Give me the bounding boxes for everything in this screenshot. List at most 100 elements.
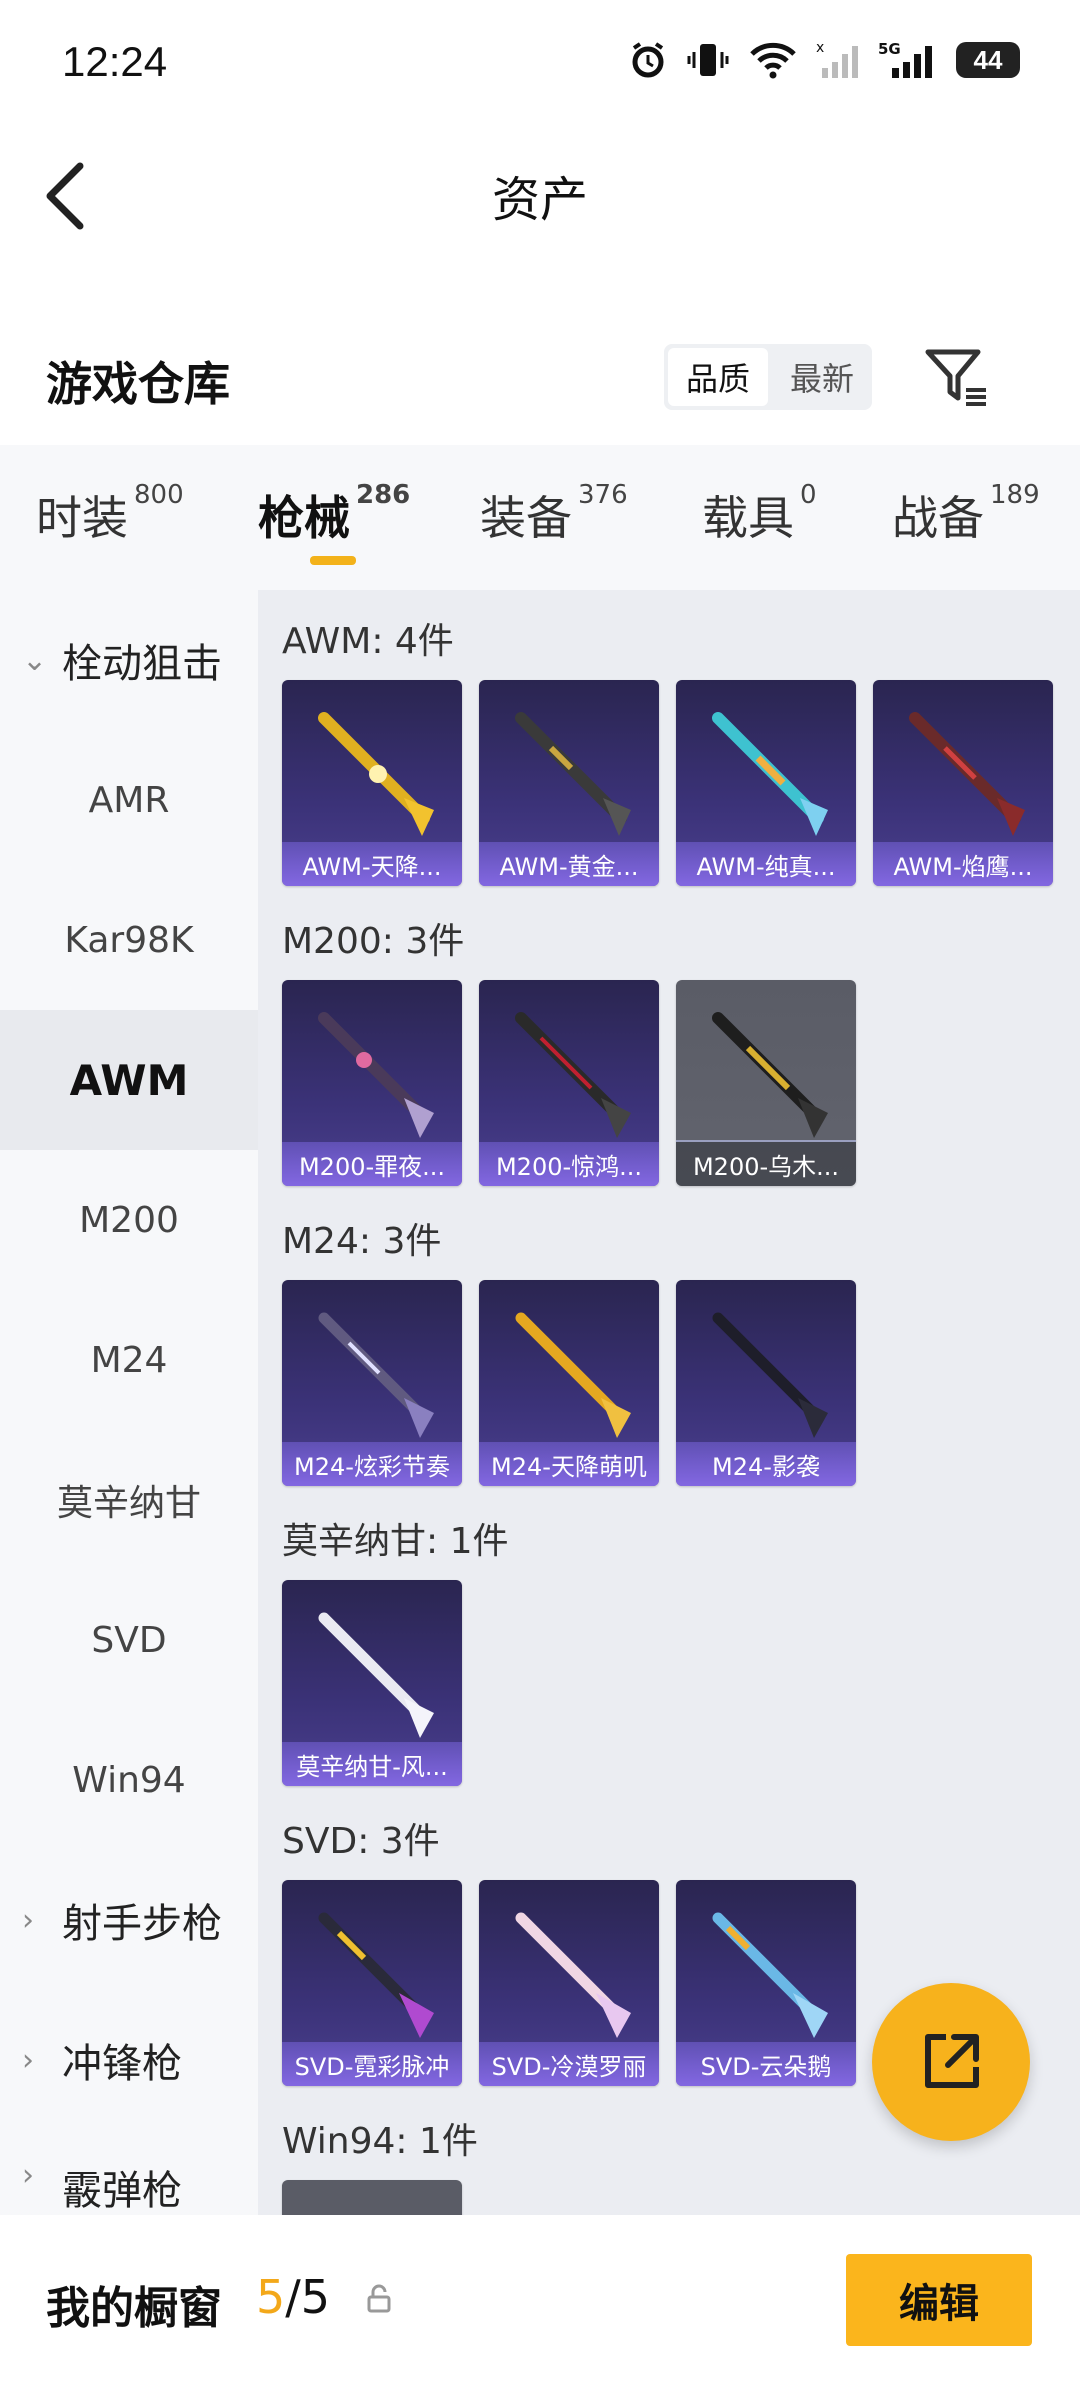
skin-name: M200-罪夜...	[282, 1142, 462, 1186]
rifle-icon	[515, 712, 631, 836]
edit-button[interactable]: 编辑	[846, 2254, 1032, 2346]
showcase-count: 5/5	[256, 2270, 330, 2324]
status-bar: 12:24 x 5G 44	[0, 0, 1080, 120]
skin-card[interactable]: AWM-黄金...	[479, 680, 659, 886]
tab-count: 0	[800, 480, 817, 510]
skin-card[interactable]: AWM-焰鹰...	[873, 680, 1053, 886]
sidebar-item-svd[interactable]: SVD	[0, 1570, 258, 1710]
vibrate-icon	[687, 44, 729, 76]
warehouse-title: 游戏仓库	[46, 357, 230, 411]
skin-card[interactable]: M24-天降萌叽	[479, 1280, 659, 1486]
sidebar-group-shotgun[interactable]: › 霰弹枪	[0, 2130, 258, 2215]
sidebar-item-m200[interactable]: M200	[0, 1150, 258, 1290]
tab-fashion[interactable]: 时装 800	[36, 482, 184, 548]
weapon-type-sidebar: ⌄ 栓动狙击 AMR Kar98K AWM M200 M24 莫辛纳甘 SVD W…	[0, 590, 258, 2215]
skin-card[interactable]: M200-惊鸿...	[479, 980, 659, 1186]
showcase-count-current: 5	[256, 2270, 286, 2324]
tab-vehicles[interactable]: 载具 0	[702, 482, 817, 548]
skin-card[interactable]: AWM-纯真...	[676, 680, 856, 886]
skin-name: M200-惊鸿...	[479, 1142, 659, 1186]
filter-button[interactable]	[924, 346, 990, 408]
rifle-icon	[515, 1312, 631, 1438]
sidebar-group-smg[interactable]: › 冲锋枪	[0, 1990, 258, 2130]
filter-icon	[925, 349, 986, 406]
section-title-mosin: 莫辛纳甘: 1件	[282, 1521, 509, 1562]
rifle-icon	[515, 1012, 631, 1138]
skin-card[interactable]	[282, 2180, 462, 2215]
rifle-icon	[712, 1312, 828, 1438]
share-icon	[925, 2034, 979, 2088]
skin-card[interactable]: M24-影袭	[676, 1280, 856, 1486]
rifle-icon	[318, 1612, 434, 1738]
skin-name: M200-乌木...	[676, 1140, 856, 1186]
sidebar-item-mosin[interactable]: 莫辛纳甘	[0, 1430, 258, 1570]
skin-card[interactable]: 莫辛纳甘-风...	[282, 1580, 462, 1786]
section-title-svd: SVD: 3件	[282, 1821, 440, 1862]
share-button[interactable]	[872, 1983, 1030, 2141]
status-time: 12:24	[62, 38, 168, 85]
tab-equipment[interactable]: 装备 376	[480, 482, 628, 548]
sidebar-group-label: 射手步枪	[62, 1901, 222, 1947]
rifle-icon	[712, 712, 828, 836]
skin-name: AWM-天降...	[282, 842, 462, 886]
section-title-m200: M200: 3件	[282, 921, 465, 962]
chevron-right-icon: ›	[22, 2042, 34, 2078]
skin-card[interactable]: AWM-天降...	[282, 680, 462, 886]
showcase-count-total: 5	[300, 2270, 331, 2324]
sidebar-item-kar98k[interactable]: Kar98K	[0, 870, 258, 1010]
sidebar-group-label: 栓动狙击	[62, 641, 222, 687]
sidebar-item-amr[interactable]: AMR	[0, 730, 258, 870]
skin-name: SVD-冷漠罗丽	[479, 2042, 659, 2086]
tab-firearms[interactable]: 枪械 286	[258, 482, 410, 548]
rifle-icon	[318, 1912, 434, 2038]
showcase-count-sep: /	[285, 2270, 301, 2324]
wifi-icon	[750, 42, 796, 79]
svg-text:x: x	[816, 40, 824, 56]
tab-label: 战备	[892, 491, 984, 545]
svg-text:5G: 5G	[878, 40, 901, 58]
section-title-m24: M24: 3件	[282, 1221, 442, 1262]
skin-card[interactable]: SVD-冷漠罗丽	[479, 1880, 659, 2086]
signal-icon-1: x	[816, 40, 858, 78]
skin-name: M24-影袭	[676, 1442, 856, 1486]
sidebar-group-label: 霰弹枪	[62, 2168, 182, 2214]
rifle-icon	[318, 1012, 434, 1138]
sort-latest[interactable]: 最新	[772, 344, 872, 410]
rifle-icon	[712, 1912, 828, 2038]
rifle-icon	[909, 712, 1025, 836]
tab-supplies[interactable]: 战备 189	[892, 482, 1040, 548]
chevron-right-icon: ›	[22, 2158, 34, 2193]
tab-label: 载具	[702, 491, 794, 545]
sidebar-group-bolt-action[interactable]: ⌄ 栓动狙击	[0, 590, 258, 730]
chevron-down-icon: ⌄	[22, 642, 48, 678]
active-tab-indicator	[310, 556, 356, 565]
sidebar-item-awm[interactable]: AWM	[0, 1010, 258, 1150]
top-nav-bar: 资产	[0, 130, 1080, 260]
sort-toggle: 品质 最新	[664, 344, 872, 410]
alarm-icon	[632, 42, 664, 78]
tab-label: 装备	[480, 491, 572, 545]
chevron-right-icon: ›	[22, 1902, 34, 1938]
skin-card[interactable]: SVD-霓彩脉冲	[282, 1880, 462, 2086]
battery-icon: 44	[956, 42, 1020, 78]
section-title-awm: AWM: 4件	[282, 621, 454, 662]
section-title-win94: Win94: 1件	[282, 2121, 478, 2162]
sidebar-item-win94[interactable]: Win94	[0, 1710, 258, 1850]
skin-card[interactable]: M200-乌木...	[676, 980, 856, 1186]
skin-card[interactable]: SVD-云朵鹅	[676, 1880, 856, 2086]
skin-name: AWM-黄金...	[479, 842, 659, 886]
tab-count: 376	[578, 480, 628, 510]
sidebar-group-dmr[interactable]: › 射手步枪	[0, 1850, 258, 1990]
rifle-icon	[318, 1312, 434, 1438]
rifle-icon	[712, 1012, 828, 1138]
sidebar-item-m24[interactable]: M24	[0, 1290, 258, 1430]
sidebar-group-label: 冲锋枪	[62, 2041, 182, 2087]
sort-quality[interactable]: 品质	[668, 348, 768, 406]
skin-card[interactable]: M200-罪夜...	[282, 980, 462, 1186]
skin-name: AWM-焰鹰...	[873, 842, 1053, 886]
skin-name: M24-炫彩节奏	[282, 1442, 462, 1486]
skin-card[interactable]: M24-炫彩节奏	[282, 1280, 462, 1486]
skin-name: AWM-纯真...	[676, 842, 856, 886]
tab-count: 286	[356, 480, 411, 510]
page-title: 资产	[491, 172, 588, 228]
